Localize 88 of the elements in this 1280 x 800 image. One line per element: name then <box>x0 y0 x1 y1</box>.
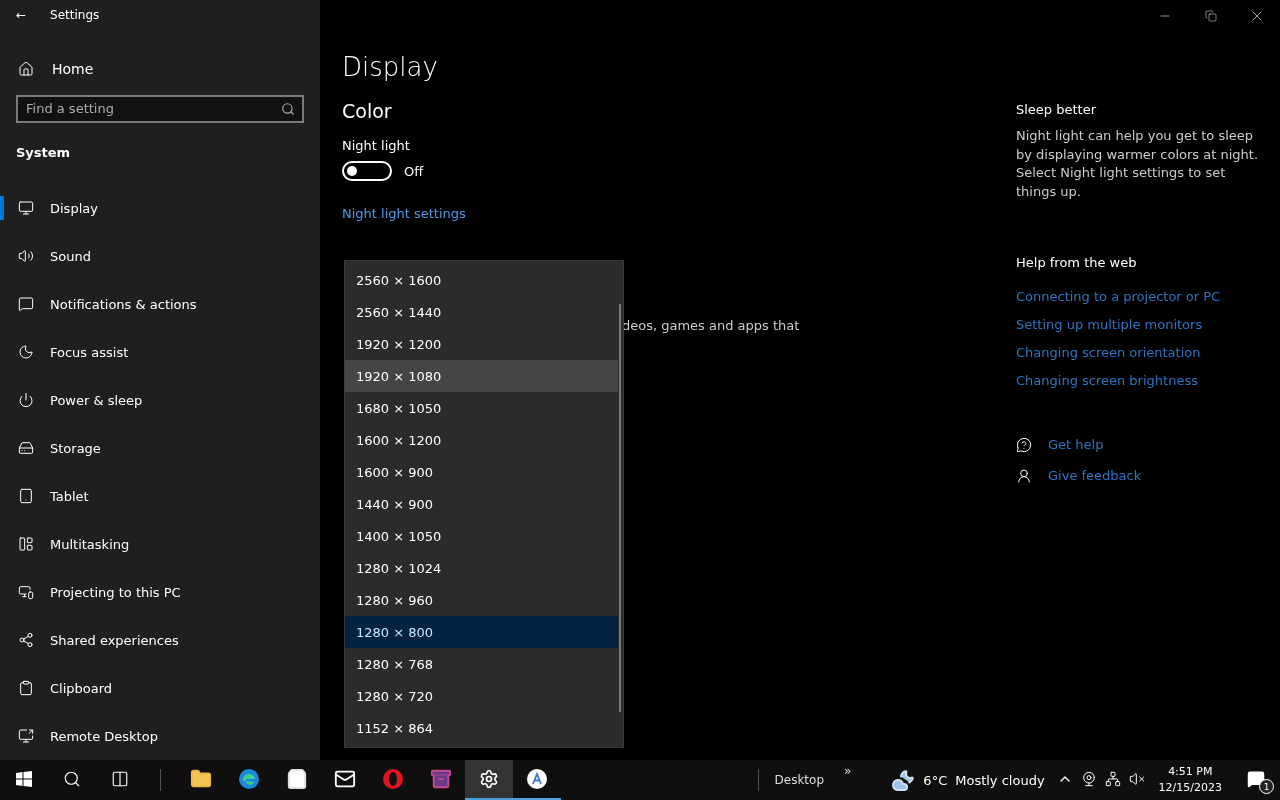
help-link[interactable]: Setting up multiple monitors <box>1016 317 1203 332</box>
opera-icon <box>382 768 404 790</box>
tablet-icon <box>18 488 34 504</box>
section-heading: Color <box>342 100 393 122</box>
webcam-icon <box>1080 771 1097 787</box>
restore-icon <box>1205 10 1217 22</box>
dropdown-option[interactable]: 1280 × 720 <box>345 680 618 712</box>
sidebar-item[interactable]: Shared experiences <box>0 616 320 664</box>
clipboard-icon <box>18 680 34 696</box>
settings-icon <box>479 769 499 789</box>
dropdown-option[interactable]: 1152 × 864 <box>345 712 618 744</box>
monitor-icon <box>18 200 34 216</box>
time-text: 4:51 PM <box>1168 764 1213 780</box>
dropdown-option[interactable]: 2560 × 1440 <box>345 296 618 328</box>
dropdown-option[interactable]: 1600 × 900 <box>345 456 618 488</box>
taskbar-app[interactable] <box>465 760 513 800</box>
clock[interactable]: 4:51 PM 12/15/2023 <box>1158 764 1222 796</box>
action-link[interactable]: Give feedback <box>1048 468 1142 483</box>
archive-icon <box>430 768 452 790</box>
dropdown-option[interactable]: 1680 × 1050 <box>345 392 618 424</box>
storage-icon <box>18 440 34 456</box>
sidebar-item[interactable]: Remote Desktop <box>0 712 320 760</box>
search-icon <box>281 101 295 116</box>
section-heading: System <box>15 143 72 162</box>
help-icon <box>1016 436 1032 453</box>
weather-icon <box>891 768 916 792</box>
speaker-icon <box>18 248 34 264</box>
settings-link[interactable]: Night light settings <box>342 206 466 221</box>
store-icon <box>286 768 308 790</box>
help-link[interactable]: Changing screen orientation <box>1016 345 1201 360</box>
task-view-icon <box>111 770 129 788</box>
network-icon <box>1104 771 1121 787</box>
dropdown-option[interactable]: 1280 × 1024 <box>345 552 618 584</box>
mail-icon <box>334 768 356 790</box>
remote-icon <box>18 728 34 744</box>
back-button[interactable]: ← <box>16 7 27 22</box>
shared-icon <box>18 632 34 648</box>
aside-heading: Sleep better <box>1016 102 1098 117</box>
dropdown-option[interactable]: 1920 × 1200 <box>345 328 618 360</box>
setting-label: Night light <box>342 138 411 153</box>
sidebar-item[interactable]: Projecting to this PC <box>0 568 320 616</box>
date-text: 12/15/2023 <box>1158 780 1222 796</box>
muted-speaker-icon <box>1128 771 1145 787</box>
moon-icon <box>18 344 34 360</box>
browser-icon <box>238 768 260 790</box>
dropdown-option[interactable]: 1280 × 768 <box>345 648 618 680</box>
weather-temp[interactable]: 6°C <box>923 772 948 788</box>
sidebar-item[interactable]: Clipboard <box>0 664 320 712</box>
message-icon <box>18 296 34 312</box>
help-link[interactable]: Connecting to a projector or PC <box>1016 289 1221 304</box>
toggle-switch[interactable] <box>342 161 392 181</box>
dropdown-option[interactable]: 1400 × 1050 <box>345 520 618 552</box>
sidebar-item[interactable]: Tablet <box>0 472 320 520</box>
search-icon <box>63 770 81 788</box>
weather-text[interactable]: Mostly cloudy <box>955 772 1045 788</box>
help-link[interactable]: Changing screen brightness <box>1016 373 1198 388</box>
home-icon <box>18 61 34 78</box>
sidebar-item[interactable]: Sound <box>0 232 320 280</box>
dropdown-option[interactable]: 1600 × 1200 <box>345 424 618 456</box>
window-title: Settings <box>50 7 100 22</box>
dropdown-option[interactable]: 1280 × 800 <box>345 616 618 648</box>
dropdown-option[interactable]: 1280 × 960 <box>345 584 618 616</box>
app-icon <box>526 768 548 790</box>
notification-button[interactable]: 1 <box>1232 760 1280 800</box>
page-title: Display <box>342 52 439 82</box>
toolbar-label[interactable]: Desktop <box>774 773 824 787</box>
folder-icon <box>190 768 212 790</box>
sidebar-item[interactable]: Storage <box>0 424 320 472</box>
dropdown-option[interactable]: 1920 × 1080 <box>345 360 618 392</box>
search-field[interactable]: Find a setting <box>16 94 304 123</box>
notification-badge: 1 <box>1259 779 1274 794</box>
person-icon <box>1016 467 1032 484</box>
aside-heading: Help from the web <box>1016 255 1138 270</box>
sidebar-item[interactable]: Multitasking <box>0 520 320 568</box>
power-icon <box>18 392 34 408</box>
aside-text: Night light can help you get to sleep by displaying warmer colors at night. Select Night light settings to set things up. <box>1016 127 1259 201</box>
action-link[interactable]: Get help <box>1048 437 1104 452</box>
toolbar-more[interactable]: » <box>844 764 852 778</box>
sidebar-item[interactable]: Focus assist <box>0 328 320 376</box>
windows-icon <box>16 771 32 787</box>
multitasking-icon <box>18 536 34 552</box>
dropdown-option[interactable]: 1440 × 900 <box>345 488 618 520</box>
sidebar-item[interactable]: Notifications & actions <box>0 280 320 328</box>
dropdown-option[interactable]: 2560 × 1600 <box>345 264 618 296</box>
toggle-state: Off <box>404 163 424 179</box>
projector-icon <box>18 584 34 600</box>
home-link[interactable]: Home <box>0 45 320 93</box>
sidebar-item[interactable]: Power & sleep <box>0 376 320 424</box>
